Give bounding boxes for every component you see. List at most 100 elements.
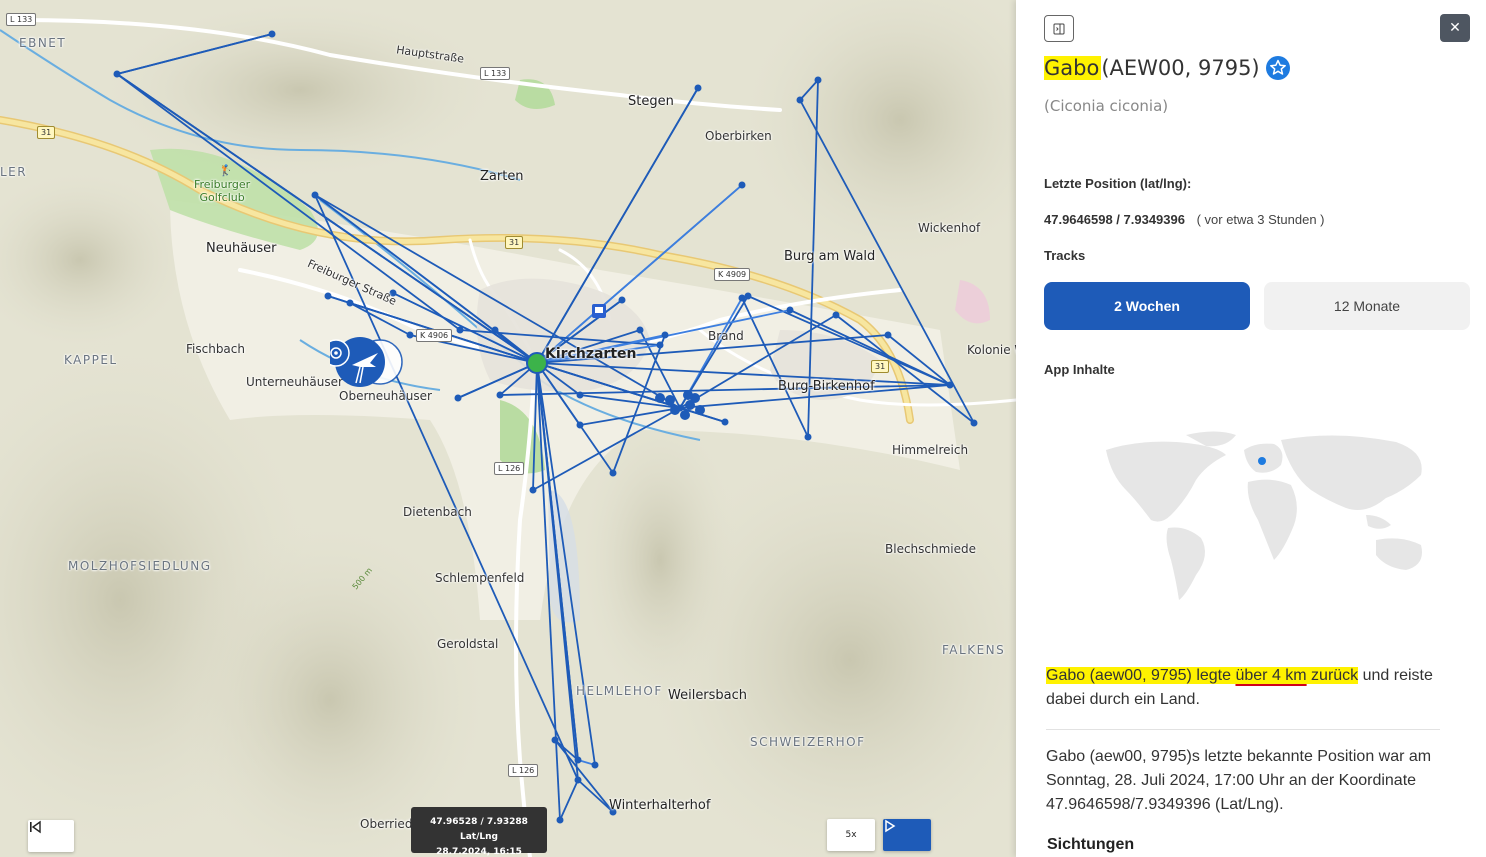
sightings-heading: Sichtungen [1047, 836, 1135, 853]
track-point[interactable] [884, 331, 892, 339]
place-label-neuhaeuser: Neuhäuser [206, 241, 277, 256]
place-label-kappel: KAPPEL [64, 353, 118, 367]
golf-icon: 🏌 [219, 164, 233, 177]
track-point[interactable] [738, 294, 746, 302]
map-view[interactable]: 500 m 🏌 EBNET LER KAPPEL MOLZHOFSIEDLUNG HEL… [0, 0, 1016, 857]
track-point[interactable] [786, 306, 794, 314]
place-label-ebnet: EBNET [19, 36, 67, 50]
summary-part-3: zurück [1306, 667, 1359, 684]
track-point[interactable] [311, 191, 319, 199]
place-label-zarten: Zarten [480, 169, 524, 184]
track-point[interactable] [618, 296, 626, 304]
tracks-2-weeks-button[interactable]: 2 Wochen [1044, 282, 1250, 330]
place-label-golfclub: Freiburger Golfclub [194, 178, 251, 204]
tracks-12-months-button[interactable]: 12 Monate [1264, 282, 1470, 330]
place-label-weilersbach: Weilersbach [668, 688, 748, 703]
place-label-burgbirkenhof: Burg-Birkenhof [778, 379, 875, 394]
track-point[interactable] [744, 292, 752, 300]
road-shield-l133a: L 133 [6, 13, 37, 26]
track-point[interactable] [804, 433, 812, 441]
track-point[interactable] [609, 469, 617, 477]
track-point[interactable] [796, 96, 804, 104]
track-point[interactable] [683, 390, 693, 400]
track-point[interactable] [695, 405, 705, 415]
bird-id: (AEW00, 9795) [1101, 56, 1260, 80]
tooltip-coords: 47.96528 / 7.93288 Lat/Lng [430, 817, 528, 842]
bird-marker[interactable] [330, 335, 403, 387]
road-shield-l126a: L 126 [494, 462, 525, 475]
track-point[interactable] [406, 331, 414, 339]
track-point[interactable] [576, 391, 584, 399]
last-position-value: 47.9646598 / 7.9349396 ( vor etwa 3 Stun… [1044, 212, 1325, 227]
position-age: ( vor etwa 3 Stunden ) [1196, 212, 1325, 227]
track-point[interactable] [636, 326, 644, 334]
summary-text: Gabo (aew00, 9795) legte über 4 km zurüc… [1046, 664, 1446, 712]
track-point[interactable] [970, 419, 978, 427]
position-tooltip: 47.96528 / 7.93288 Lat/Lng 28.7.2024, 16… [411, 807, 547, 857]
track-point[interactable] [656, 341, 664, 349]
play-button[interactable] [883, 819, 931, 851]
place-label-himmelreich: Himmelreich [892, 443, 969, 457]
track-point[interactable] [670, 405, 680, 415]
current-position-marker[interactable] [526, 352, 548, 374]
jump-to-start-button[interactable] [28, 820, 74, 852]
track-point[interactable] [814, 76, 822, 84]
track-point[interactable] [324, 292, 332, 300]
place-label-burgamwald: Burg am Wald [784, 249, 876, 264]
place-label-fischbach: Fischbach [186, 342, 245, 356]
track-point[interactable] [454, 394, 462, 402]
place-label-unterneuhaeuser: Unterneuhäuser [246, 375, 343, 389]
track-point[interactable] [551, 736, 559, 744]
track-point[interactable] [456, 326, 464, 334]
terrain-shading [0, 0, 1016, 857]
tracks-label: Tracks [1044, 248, 1086, 263]
track-point[interactable] [576, 421, 584, 429]
track-point[interactable] [694, 84, 702, 92]
road-shield-l133b: L 133 [480, 67, 511, 80]
track-point[interactable] [661, 331, 669, 339]
track-point[interactable] [738, 181, 746, 189]
track-point[interactable] [346, 299, 354, 307]
bird-name: Gabo (AEW00, 9795) [1044, 56, 1290, 80]
bird-detail-panel: ✕ Gabo (AEW00, 9795) (Ciconia ciconia) L… [1016, 0, 1486, 857]
species-name: (Ciconia ciconia) [1044, 97, 1169, 115]
track-point[interactable] [529, 486, 537, 494]
track-point[interactable] [556, 816, 564, 824]
tooltip-datetime: 28.7.2024, 16:15 [436, 847, 522, 857]
place-label-falkens: FALKENS [942, 643, 1006, 657]
road-shield-l126b: L 126 [508, 764, 539, 777]
place-label-stegen: Stegen [628, 94, 674, 109]
road-shield-k4909: K 4909 [714, 268, 751, 281]
track-point[interactable] [946, 381, 954, 389]
road-shield-b31a: 31 [37, 126, 56, 139]
place-label-schweizerhof: SCHWEIZERHOF [750, 735, 866, 749]
place-label-helmlehof: HELMLEHOF [576, 684, 663, 698]
road-shield-b31b: 31 [505, 236, 524, 249]
transit-icon [592, 304, 606, 318]
favorite-star-icon[interactable] [1265, 56, 1290, 80]
divider [1046, 729, 1440, 730]
track-point[interactable] [591, 761, 599, 769]
playback-speed-button[interactable]: 5x [827, 819, 875, 851]
track-point[interactable] [496, 391, 504, 399]
place-label-molzhofsiedlung: MOLZHOFSIEDLUNG [68, 559, 212, 573]
track-point[interactable] [655, 393, 665, 403]
last-position-text: Gabo (aew00, 9795)s letzte bekannte Posi… [1046, 748, 1432, 813]
app-content-label: App Inhalte [1044, 362, 1115, 377]
close-panel-button[interactable]: ✕ [1440, 14, 1470, 42]
collapse-panel-button[interactable] [1044, 15, 1074, 42]
skip-back-icon [30, 820, 41, 834]
track-point[interactable] [113, 70, 121, 78]
track-point[interactable] [832, 311, 840, 319]
track-point[interactable] [574, 756, 582, 764]
place-label-dietenbach: Dietenbach [403, 505, 472, 519]
place-label-winterhalterhof: Winterhalterhof [609, 798, 711, 813]
track-point[interactable] [721, 418, 729, 426]
track-point[interactable] [665, 395, 675, 405]
place-label-wickenhof: Wickenhof [918, 221, 981, 235]
track-point[interactable] [574, 776, 582, 784]
track-point[interactable] [268, 30, 276, 38]
track-point[interactable] [680, 410, 690, 420]
track-point[interactable] [491, 326, 499, 334]
sidebar-icon [1053, 23, 1065, 34]
